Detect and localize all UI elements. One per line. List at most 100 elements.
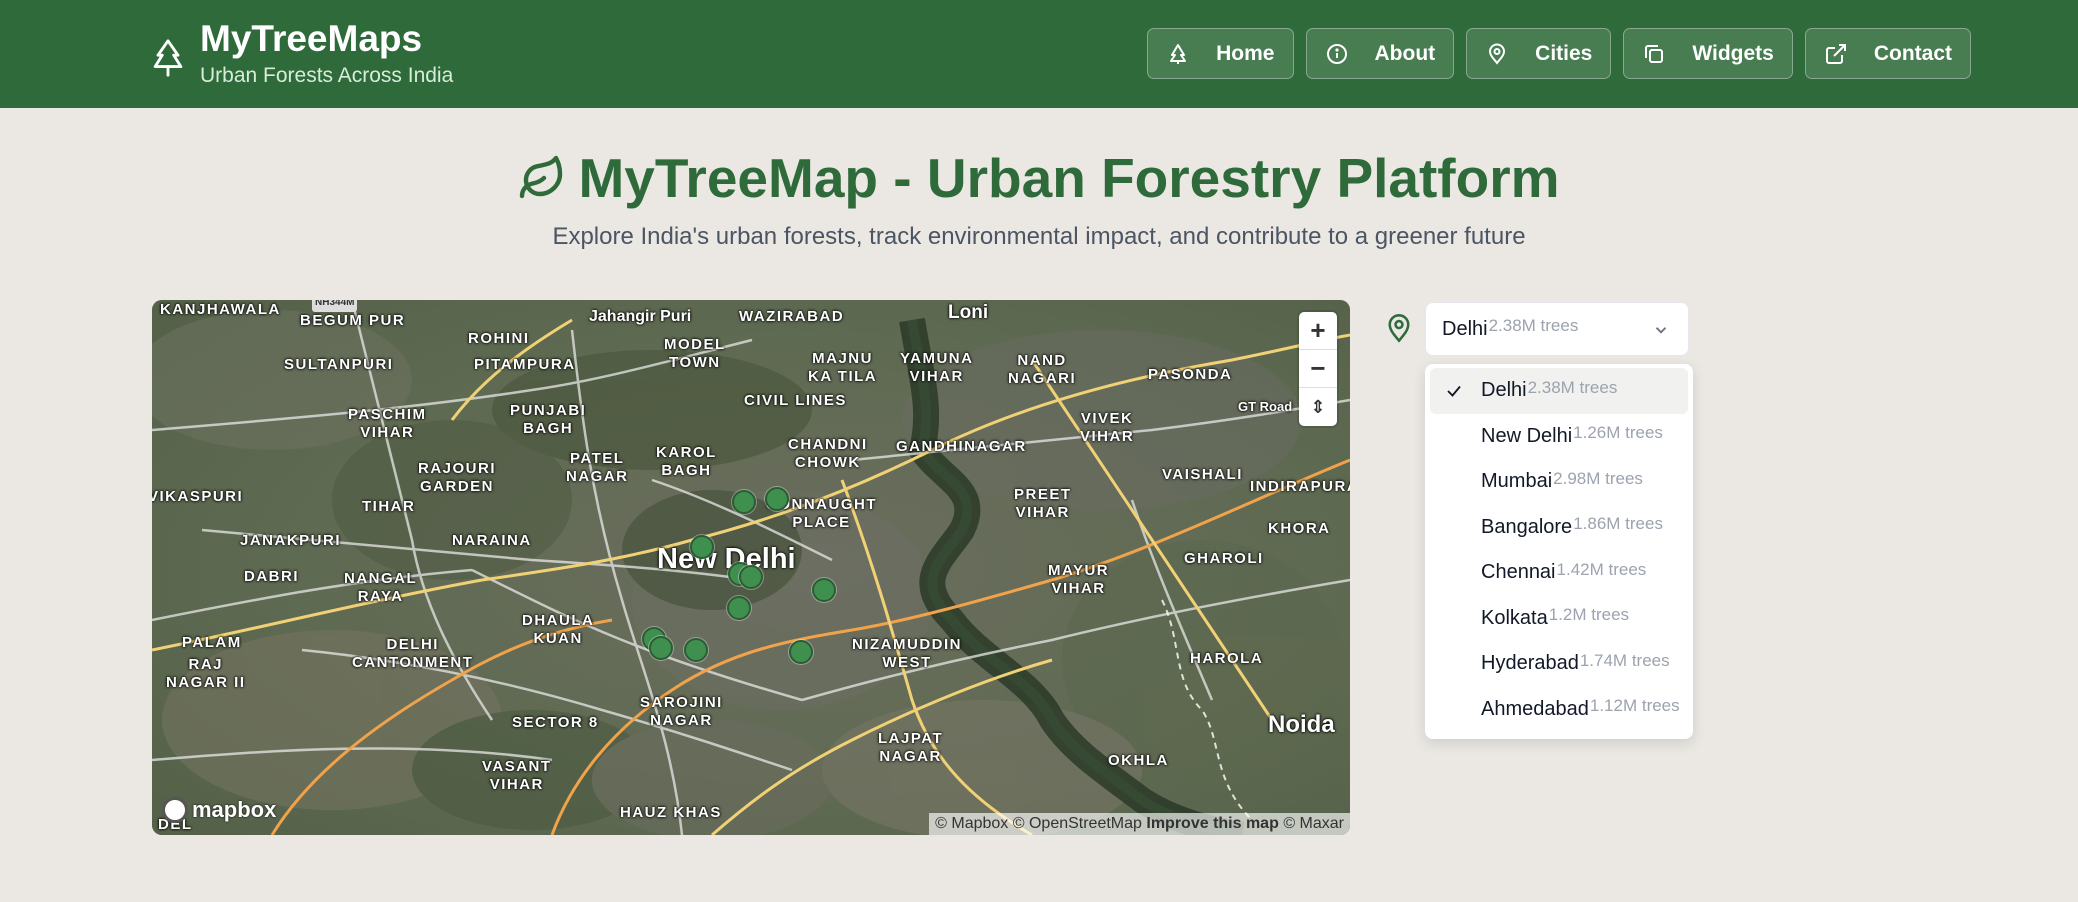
city-option-name: Kolkata <box>1481 606 1548 629</box>
map-attribution: © Mapbox © OpenStreetMap Improve this ma… <box>929 813 1350 835</box>
map-label: INDIRAPURA <box>1250 478 1350 495</box>
zoom-out-button[interactable]: − <box>1299 350 1337 388</box>
check-icon <box>1447 385 1461 397</box>
city-dropdown-menu: Delhi 2.38M trees New Delhi 1.26M trees … <box>1425 364 1693 739</box>
nav-about-label: About <box>1374 41 1436 65</box>
city-option-name: Bangalore <box>1481 515 1573 538</box>
zoom-in-button[interactable]: + <box>1299 312 1337 350</box>
attribution-osm-link[interactable]: © OpenStreetMap <box>1013 815 1142 832</box>
tree-marker[interactable] <box>649 636 673 660</box>
city-option-hyderabad[interactable]: Hyderabad 1.74M trees <box>1430 641 1688 687</box>
map-pin-icon <box>1489 43 1506 65</box>
city-option-kolkata[interactable]: Kolkata 1.2M trees <box>1430 596 1688 642</box>
selected-city-count: 2.38M trees <box>1488 316 1579 335</box>
tree-logo-icon <box>153 39 183 77</box>
tree-marker[interactable] <box>732 490 756 514</box>
nav-cities-button[interactable]: Cities <box>1466 28 1612 79</box>
improve-map-link[interactable]: Improve this map <box>1146 815 1278 832</box>
map-label: MODEL TOWN <box>664 336 726 371</box>
page-title: MyTreeMap - Urban Forestry Platform <box>0 146 2078 215</box>
tree-marker[interactable] <box>789 640 813 664</box>
nav-widgets-button[interactable]: Widgets <box>1623 28 1793 79</box>
map-label: HAUZ KHAS <box>620 804 722 821</box>
attribution-maxar-link[interactable]: © Maxar <box>1283 815 1344 832</box>
map-view[interactable]: KANJHAWALA BEGUM PUR ROHINI Jahangir Pur… <box>152 300 1350 835</box>
city-select[interactable]: Delhi 2.38M trees <box>1425 302 1689 356</box>
map-label: NIZAMUDDIN WEST <box>852 636 962 671</box>
tree-marker[interactable] <box>765 487 789 511</box>
map-label: VIKASPURI <box>152 488 244 505</box>
external-link-icon <box>1825 43 1846 64</box>
map-label: YAMUNA VIHAR <box>900 350 974 385</box>
city-option-name: Ahmedabad <box>1481 697 1589 720</box>
map-label: RAJ NAGAR II <box>166 656 246 691</box>
map-label: NANGAL RAYA <box>344 570 418 605</box>
map-label: SECTOR 8 <box>512 714 599 731</box>
map-label: PALAM <box>182 634 242 651</box>
city-option-count: 1.2M trees <box>1548 605 1630 625</box>
city-option-name: Delhi <box>1481 379 1527 402</box>
tree-icon <box>1170 43 1187 64</box>
compass-button[interactable]: ⇕ <box>1299 388 1337 426</box>
city-option-count: 1.26M trees <box>1573 423 1663 443</box>
map-label: NAND NAGARI <box>1008 352 1077 387</box>
tree-marker[interactable] <box>739 565 763 589</box>
mapbox-logo[interactable]: mapbox <box>162 797 276 823</box>
map-label: NH344M <box>312 300 358 312</box>
city-option-bangalore[interactable]: Bangalore 1.86M trees <box>1430 505 1688 551</box>
map-label: PREET VIHAR <box>1014 486 1072 521</box>
mapbox-logo-text: mapbox <box>192 797 277 822</box>
city-option-count: 1.42M trees <box>1556 559 1647 579</box>
city-option-name: New Delhi <box>1481 424 1573 447</box>
map-label: PASONDA <box>1148 366 1233 383</box>
map-label: PUNJABI BAGH <box>510 402 587 437</box>
tree-marker[interactable] <box>727 596 751 620</box>
site-title: MyTreeMaps <box>200 18 423 59</box>
map-label: MAJNU KA TILA <box>808 350 878 385</box>
city-option-name: Hyderabad <box>1481 652 1579 675</box>
nav-contact-button[interactable]: Contact <box>1804 28 1971 79</box>
map-label: GANDHINAGAR <box>896 438 1027 455</box>
city-option-count: 1.74M trees <box>1579 650 1670 670</box>
map-label: Loni <box>948 302 989 323</box>
city-option-name: Mumbai <box>1481 470 1553 493</box>
city-option-ahmedabad[interactable]: Ahmedabad 1.12M trees <box>1430 687 1688 733</box>
mapbox-logo-icon <box>162 797 188 823</box>
city-option-count: 2.38M trees <box>1527 377 1618 397</box>
page-title-text: MyTreeMap - Urban Forestry Platform <box>578 147 1560 209</box>
map-label: KANJHAWALA <box>160 301 281 318</box>
nav-home-button[interactable]: Home <box>1147 28 1294 79</box>
city-option-chennai[interactable]: Chennai 1.42M trees <box>1430 550 1688 596</box>
site-subtitle: Urban Forests Across India <box>200 64 454 87</box>
nav-about-button[interactable]: About <box>1305 28 1455 79</box>
map-label: SULTANPURI <box>284 356 394 373</box>
map-label: PASCHIM VIHAR <box>348 406 427 441</box>
selected-city-name: Delhi <box>1442 317 1488 340</box>
tree-marker[interactable] <box>684 638 708 662</box>
city-option-delhi[interactable]: Delhi 2.38M trees <box>1430 368 1688 414</box>
city-option-name: Chennai <box>1481 561 1556 584</box>
map-label: LAJPAT NAGAR <box>878 730 944 765</box>
map-label: GHAROLI <box>1184 550 1264 567</box>
map-label: PATEL NAGAR <box>566 450 629 485</box>
map-label: VAISHALI <box>1162 466 1243 483</box>
top-header: MyTreeMaps Urban Forests Across India Ho… <box>0 0 2078 108</box>
map-label: TIHAR <box>362 498 416 515</box>
map-label: BEGUM PUR <box>300 312 406 329</box>
city-option-new-delhi[interactable]: New Delhi 1.26M trees <box>1430 414 1688 460</box>
city-option-count: 1.86M trees <box>1573 514 1663 534</box>
city-option-mumbai[interactable]: Mumbai 2.98M trees <box>1430 459 1688 505</box>
map-label: KHORA <box>1268 520 1331 537</box>
tree-marker[interactable] <box>690 535 714 559</box>
info-icon <box>1326 43 1347 64</box>
map-label: RAJOURI GARDEN <box>418 460 497 495</box>
brand[interactable]: MyTreeMaps Urban Forests Across India <box>150 18 453 90</box>
map-label: Jahangir Puri <box>589 308 692 325</box>
city-option-count: 1.12M trees <box>1589 696 1680 716</box>
map-label: ROHINI <box>468 330 530 347</box>
nav-home-label: Home <box>1216 41 1275 65</box>
tree-marker[interactable] <box>812 578 836 602</box>
nav-widgets-label: Widgets <box>1692 41 1774 65</box>
attribution-mapbox-link[interactable]: © Mapbox <box>935 815 1008 832</box>
city-option-count: 2.98M trees <box>1553 468 1643 488</box>
